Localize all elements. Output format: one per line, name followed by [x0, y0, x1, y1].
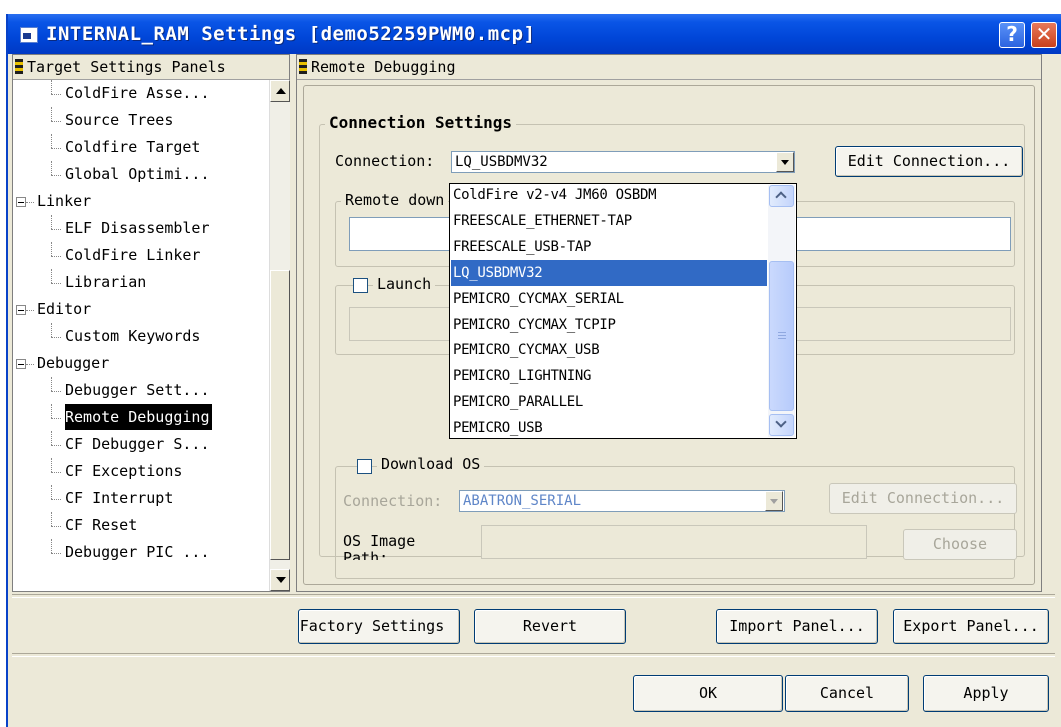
- dropdown-option[interactable]: PEMICRO_LIGHTNING: [451, 363, 767, 389]
- tree-item-debugger-sett[interactable]: Debugger Sett...: [65, 377, 210, 403]
- tree-expander-debugger[interactable]: [16, 359, 26, 369]
- launch-checkbox[interactable]: [353, 278, 368, 293]
- panel-icon: [299, 59, 307, 74]
- tree-item-debugger-pic[interactable]: Debugger PIC ...: [65, 539, 210, 565]
- os-connection-label: Connection:: [343, 492, 443, 510]
- connection-settings-label: Connection Settings: [325, 113, 517, 132]
- download-os-label: Download OS: [377, 455, 485, 473]
- tree-item-editor[interactable]: Editor: [37, 296, 91, 322]
- tree-item-custom-keywords[interactable]: Custom Keywords: [65, 323, 200, 349]
- tree-item-debugger[interactable]: Debugger: [37, 350, 109, 376]
- tree-item-coldfire-linker[interactable]: ColdFire Linker: [65, 242, 200, 268]
- connection-label: Connection:: [335, 152, 435, 170]
- dropdown-option[interactable]: LQ_USBDMV32: [451, 259, 767, 286]
- connection-dropdown-button[interactable]: [776, 152, 794, 172]
- dropdown-scroll-thumb[interactable]: [769, 261, 794, 411]
- download-os-checkbox[interactable]: [357, 459, 372, 474]
- dropdown-option[interactable]: PEMICRO_CYCMAX_USB: [451, 337, 767, 363]
- os-connection-dropdown-button: [765, 491, 783, 511]
- tree-expander-linker[interactable]: [16, 197, 26, 207]
- dropdown-scroll-up-button[interactable]: [769, 185, 794, 207]
- close-button[interactable]: ✕: [1031, 22, 1057, 48]
- tree-item-librarian[interactable]: Librarian: [65, 269, 146, 295]
- tree-item-cf-debugger-s[interactable]: CF Debugger S...: [65, 431, 210, 457]
- tree-item-elf-disassembler[interactable]: ELF Disassembler: [65, 215, 210, 241]
- remote-download-label: Remote down: [341, 191, 449, 209]
- tree-item-coldfire-asse[interactable]: ColdFire Asse...: [65, 80, 210, 106]
- factory-settings-label: Factory Settings: [299, 617, 445, 635]
- tree-item-linker[interactable]: Linker: [37, 188, 91, 214]
- panel-header: Remote Debugging: [297, 55, 1041, 80]
- tree-item-coldfire-target[interactable]: Coldfire Target: [65, 134, 200, 160]
- scroll-down-button[interactable]: [270, 569, 290, 591]
- dropdown-option[interactable]: PEMICRO_CYCMAX_SERIAL: [451, 286, 767, 312]
- edit-connection-button[interactable]: Edit Connection...: [835, 146, 1023, 177]
- separator: [12, 594, 1055, 598]
- tree-item-source-trees[interactable]: Source Trees: [65, 107, 173, 133]
- export-panel-button[interactable]: Export Panel...: [893, 609, 1049, 644]
- settings-tree: ColdFire Asse... Source Trees Coldfire Tar…: [13, 80, 269, 591]
- os-image-label: OS Image: [343, 532, 416, 550]
- panel-header: Target Settings Panels: [13, 55, 289, 80]
- dropdown-option[interactable]: FREESCALE_USB-TAP: [451, 234, 767, 260]
- panel-icon: [15, 59, 23, 74]
- revert-button[interactable]: Revert: [474, 609, 626, 644]
- close-icon: ✕: [1035, 22, 1053, 46]
- tree-item-cf-reset[interactable]: CF Reset: [65, 512, 137, 538]
- separator: [12, 653, 1055, 657]
- scroll-thumb[interactable]: [270, 270, 290, 560]
- os-image-path-label: Path:: [343, 551, 389, 560]
- launch-label: Launch: [373, 275, 436, 293]
- os-connection-select: ABATRON_SERIAL: [459, 490, 785, 512]
- panel-header-label: Target Settings Panels: [27, 58, 226, 76]
- dropdown-scroll-down-button[interactable]: [769, 414, 794, 436]
- tree-item-remote-debugging[interactable]: Remote Debugging: [65, 404, 212, 430]
- factory-settings-button[interactable]: Factory Settings: [298, 609, 460, 644]
- connection-select[interactable]: LQ_USBDMV32: [451, 151, 795, 173]
- apply-button[interactable]: Apply: [923, 675, 1049, 712]
- tree-expander-editor[interactable]: [16, 305, 26, 315]
- tree-item-cf-exceptions[interactable]: CF Exceptions: [65, 458, 182, 484]
- import-panel-button[interactable]: Import Panel...: [716, 609, 878, 644]
- connection-dropdown-list[interactable]: ColdFire v2-v4 JM60 OSBDM FREESCALE_ETHER…: [449, 183, 797, 439]
- help-button[interactable]: ?: [999, 22, 1025, 48]
- tree-scrollbar[interactable]: [269, 80, 290, 591]
- window-title: INTERNAL_RAM Settings [demo52259PWM0.mcp…: [46, 23, 536, 45]
- tree-item-cf-interrupt[interactable]: CF Interrupt: [65, 485, 173, 511]
- tree-item-global-optimi[interactable]: Global Optimi...: [65, 161, 210, 187]
- dropdown-option[interactable]: ColdFire v2-v4 JM60 OSBDM: [451, 184, 767, 208]
- choose-button: Choose: [903, 529, 1017, 560]
- target-settings-panels: Target Settings Panels ColdFire Asse... S…: [12, 54, 290, 592]
- os-image-path: [481, 525, 867, 559]
- dropdown-option[interactable]: FREESCALE_ETHERNET-TAP: [451, 208, 767, 234]
- dropdown-option[interactable]: PEMICRO_PARALLEL: [451, 389, 767, 415]
- question-icon: ?: [1006, 22, 1018, 46]
- dropdown-option[interactable]: PEMICRO_CYCMAX_TCPIP: [451, 312, 767, 338]
- os-edit-connection-button: Edit Connection...: [829, 483, 1017, 514]
- dropdown-option[interactable]: PEMICRO_USB: [451, 415, 767, 438]
- scroll-up-button[interactable]: [270, 80, 290, 102]
- dropdown-scrollbar[interactable]: [768, 185, 795, 437]
- cancel-button[interactable]: Cancel: [785, 675, 909, 712]
- ok-button[interactable]: OK: [633, 675, 783, 712]
- panel-header-label: Remote Debugging: [311, 58, 456, 76]
- title-bar[interactable]: INTERNAL_RAM Settings [demo52259PWM0.mcp…: [8, 14, 1061, 54]
- app-icon: [20, 27, 38, 43]
